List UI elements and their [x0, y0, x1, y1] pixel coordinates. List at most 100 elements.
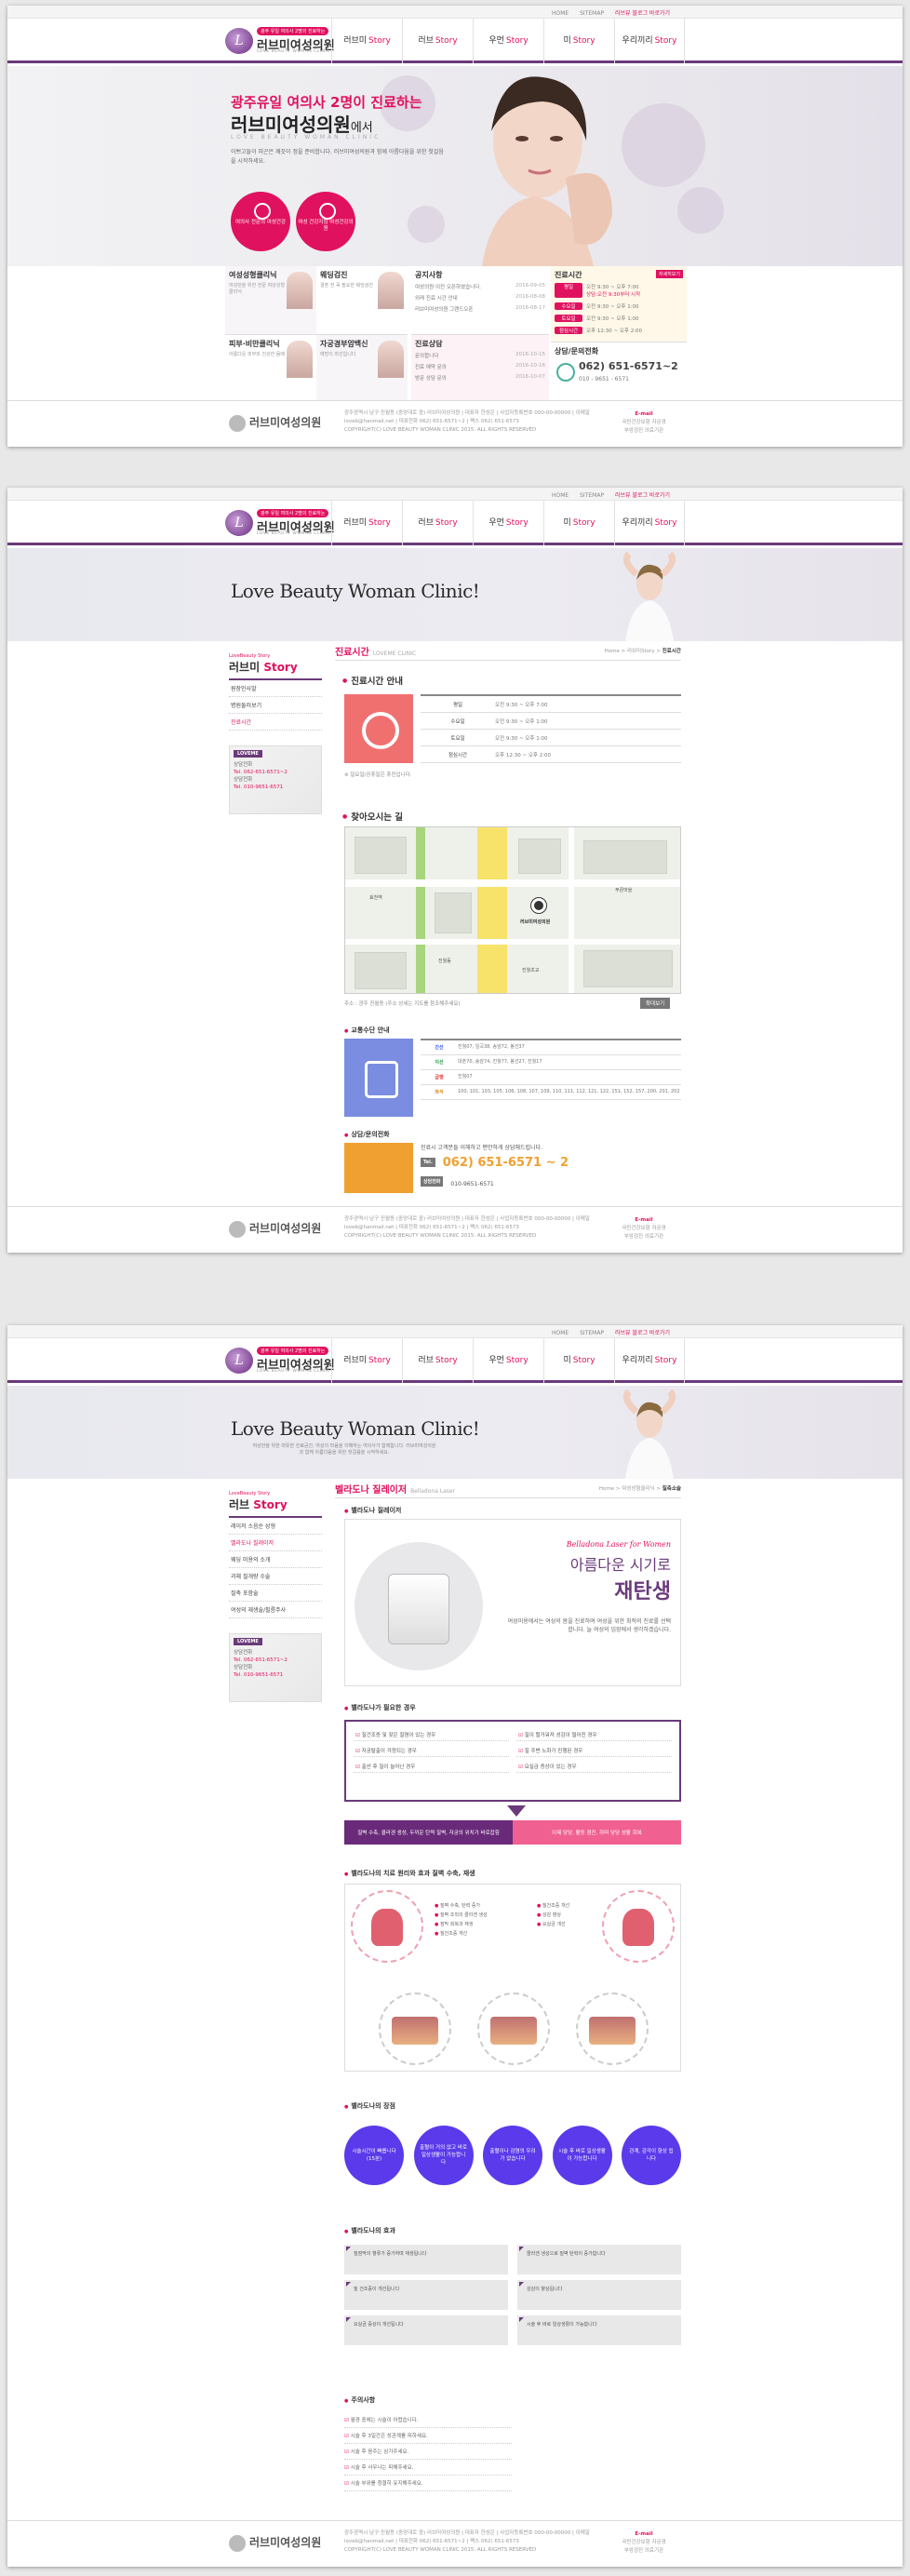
check-item: 질 주변 노화가 진행된 경우	[516, 1745, 672, 1757]
table-row: 급행 진월07	[421, 1070, 681, 1085]
sitemap-link[interactable]: SITEMAP	[580, 492, 604, 499]
consult-row[interactable]: 진료 예약 문의 2016-10-16	[415, 363, 545, 370]
blog-link[interactable]: 러브뷰 블로그 바로가기	[615, 10, 670, 17]
footer-badge: E-mail 국민건강보험 자궁경부암검진 의료기관	[622, 411, 666, 434]
side-item[interactable]: 웨딩 미용의 소개	[229, 1551, 322, 1568]
nav-item-ours[interactable]: 우리끼리 Story	[614, 501, 685, 545]
footer-address: 광주광역시 남구 진월동 (중앙대로 중) 러브미여성의원 | 대표자 한성은 …	[344, 1216, 590, 1239]
top-utility-bar: HOME SITEMAP 러브뷰 블로그 바로가기	[7, 6, 903, 19]
merit-circle: 관계, 감각이 향상 됩니다	[622, 2126, 681, 2185]
side-item[interactable]: 질축 포함술	[229, 1585, 322, 1602]
hero-badge-1[interactable]: 여의사 전문의 여성건강	[231, 192, 290, 251]
uterus-before-icon	[351, 1890, 423, 1963]
map-block	[355, 952, 407, 989]
map-enlarge-button[interactable]: 확대보기	[640, 998, 671, 1009]
home-link[interactable]: HOME	[552, 10, 569, 17]
quick-box-text: 여성만을 위한 전문 여성성형 클리닉	[229, 283, 285, 295]
quick-box-surgery[interactable]: 여성성형클리닉 여성만을 위한 전문 여성성형 클리닉	[225, 266, 316, 335]
phone-icon	[556, 363, 575, 382]
merit-circle: 시술시간이 빠릅니다 (15분)	[344, 2126, 404, 2185]
nav-item-love[interactable]: 러브 Story	[402, 501, 473, 545]
home-link[interactable]: HOME	[552, 1330, 569, 1336]
nav-item-loveme[interactable]: 러브미 Story	[331, 19, 402, 63]
effect-item: 콜라겐 생성으로 질벽 탄력이 증가합니다	[517, 2245, 681, 2274]
hero-badge-2[interactable]: 여성 건강지킴 여성건강의원	[296, 192, 355, 251]
table-row: 토요일 오전 9:30 ~ 오후 1:00	[421, 730, 681, 746]
doctor-photo	[287, 341, 313, 378]
phone-number[interactable]: 062) 651-6571~2	[579, 360, 687, 372]
page-title-bar: 벨라도나 질레이저 Belladona Laser Home > 여성성형클리닉 …	[335, 1482, 681, 1498]
map-park-strip	[416, 827, 425, 993]
uterus-after-icon	[602, 1890, 675, 1963]
logo-tagline: 광주 유일 여의사 2명의 진료하는	[257, 1347, 329, 1355]
quick-box-wedding[interactable]: 웨딩검진 결혼 전 꼭 필요한 웨딩검진	[316, 266, 408, 335]
nav-item-woman[interactable]: 우먼 Story	[473, 501, 543, 545]
map-label: 푸른마을	[615, 888, 633, 893]
consult-row[interactable]: 문의합니다 2016-10-15	[415, 352, 545, 359]
notice-row[interactable]: 여성의원 이전 오픈하였습니다. 2016-09-05	[415, 283, 545, 290]
nav-item-love[interactable]: 러브 Story	[402, 19, 473, 63]
effect-item: 요실금 증상이 개선됩니다	[344, 2315, 508, 2345]
check-item: 질이 헐거워져 성감이 떨어진 경우	[516, 1729, 672, 1741]
phone-icon	[344, 1143, 413, 1193]
blog-link[interactable]: 러브뷰 블로그 바로가기	[615, 1330, 670, 1336]
logo-tagline: 광주 유일 여의사 2명의 진료하는	[257, 27, 329, 35]
side-item[interactable]: 벨라도나 질레이저	[229, 1535, 322, 1551]
side-item[interactable]: 여성의 재생술/필름주사	[229, 1602, 322, 1618]
hero-text: 이쁘고들이 피곤은 깨끗이 정을 준비합니다. 러브미여성의원과 함께 아름다움…	[231, 149, 444, 165]
nav-item-me[interactable]: 미 Story	[543, 19, 614, 63]
sitemap-link[interactable]: SITEMAP	[580, 10, 604, 17]
diagram-labels: 질벽 수축, 탄력 증가질벽 조직의 콜라겐 생성점막 회복과 재생질건조증 개…	[435, 1901, 488, 1939]
sub-banner-title: Love Beauty Woman Clinic!	[231, 1417, 480, 1440]
top-utility-bar: HOME SITEMAP 러브뷰 블로그 바로가기	[7, 488, 903, 501]
home-link[interactable]: HOME	[552, 492, 569, 499]
side-item[interactable]: 레이저 소음순 성형	[229, 1518, 322, 1535]
notice-title: 공지사항	[415, 271, 443, 279]
nav-item-me[interactable]: 미 Story	[543, 501, 614, 545]
nav-item-love[interactable]: 러브 Story	[402, 1338, 473, 1383]
nav-item-woman[interactable]: 우먼 Story	[473, 19, 543, 63]
notice-row[interactable]: 러브미여성의원 그랜드오픈 2016-08-17	[415, 305, 545, 313]
nav-item-loveme[interactable]: 러브미 Story	[331, 501, 402, 545]
logo-en: LOVE BEAUTY WOMAN CLINIC	[257, 531, 330, 536]
consult-row[interactable]: 방문 상담 문의 2016-10-07	[415, 374, 545, 382]
quick-box-skin[interactable]: 피부·비만클리닉 아름다운 피부와 건강한 몸매	[225, 335, 316, 406]
quick-box-vaccine[interactable]: 자궁경부암백신 예방이 최선입니다	[316, 335, 408, 406]
nav-item-ours[interactable]: 우리끼리 Story	[614, 19, 685, 63]
blog-link[interactable]: 러브뷰 블로그 바로가기	[615, 492, 670, 499]
location-map[interactable]: 효천역 진월동 러브미여성의원 진월초교 푸른마을	[344, 826, 681, 994]
table-row: 간선 진월07, 일곡38, 송암72, 봉선37	[421, 1040, 681, 1055]
nav-item-me[interactable]: 미 Story	[543, 1338, 614, 1383]
logo-tagline: 광주 유일 여의사 2명의 진료하는	[257, 509, 329, 517]
nav-label: 우리끼리	[622, 36, 653, 46]
page-title-bar: 진료시간 LOVEME CLINIC Home > 러브미Story > 진료시간	[335, 644, 681, 661]
treatment-diagram: 질벽 수축, 탄력 증가질벽 조직의 콜라겐 생성점막 회복과 재생질건조증 개…	[344, 1884, 681, 2072]
footer: 러브미여성의원 광주광역시 남구 진월동 (중앙대로 중) 러브미여성의원 | …	[7, 2520, 903, 2567]
sitemap-link[interactable]: SITEMAP	[580, 1330, 604, 1336]
tel-number[interactable]: Tel. 062) 651-6571 ~ 2	[421, 1156, 569, 1170]
mobile-number[interactable]: 상담전화 010-9651-6571	[421, 1176, 494, 1187]
notice-row[interactable]: 외래 진료 시간 안내 2016-08-08	[415, 294, 545, 302]
effect-grid: 질점막의 혈류가 증가하며 재생됩니다 콜라겐 생성으로 질벽 탄력이 증가합니…	[344, 2245, 681, 2345]
nav-item-loveme[interactable]: 러브미 Story	[331, 1338, 402, 1383]
side-item[interactable]: 원장인사말	[229, 680, 322, 697]
sub-banner: Love Beauty Woman Clinic! 여성만을 위한 따뜻한 진료…	[7, 1386, 903, 1479]
nav-item-woman[interactable]: 우먼 Story	[473, 1338, 543, 1383]
map-road	[345, 939, 680, 945]
nav-label-en: Story	[435, 36, 458, 46]
map-label: 효천역	[369, 895, 382, 901]
table-row: 점심시간 오후 12:30 ~ 오후 2:00	[421, 746, 681, 763]
more-button[interactable]: 자세히보기	[655, 270, 683, 278]
side-item[interactable]: 진료시간	[229, 714, 322, 731]
clinic-location-pin-icon	[531, 898, 546, 913]
laser-device-image	[355, 1542, 483, 1670]
sub-banner: Love Beauty Woman Clinic!	[7, 548, 903, 641]
nav-item-ours[interactable]: 우리끼리 Story	[614, 1338, 685, 1383]
sub-banner-text: 여성만을 위한 따뜻한 진료공간, 여성의 마음을 이해하는 여의사가 함께합니…	[252, 1443, 436, 1456]
side-item[interactable]: 병원둘러보기	[229, 697, 322, 714]
map-block	[435, 892, 472, 933]
nav-label: 미	[563, 36, 571, 46]
side-item[interactable]: 과체 질개량 수술	[229, 1568, 322, 1585]
consult-box: 진료상담 문의합니다 2016-10-15 진료 예약 문의 2016-10-16 …	[411, 335, 549, 406]
mobile-number[interactable]: 010 - 9651 - 6571	[579, 376, 687, 382]
